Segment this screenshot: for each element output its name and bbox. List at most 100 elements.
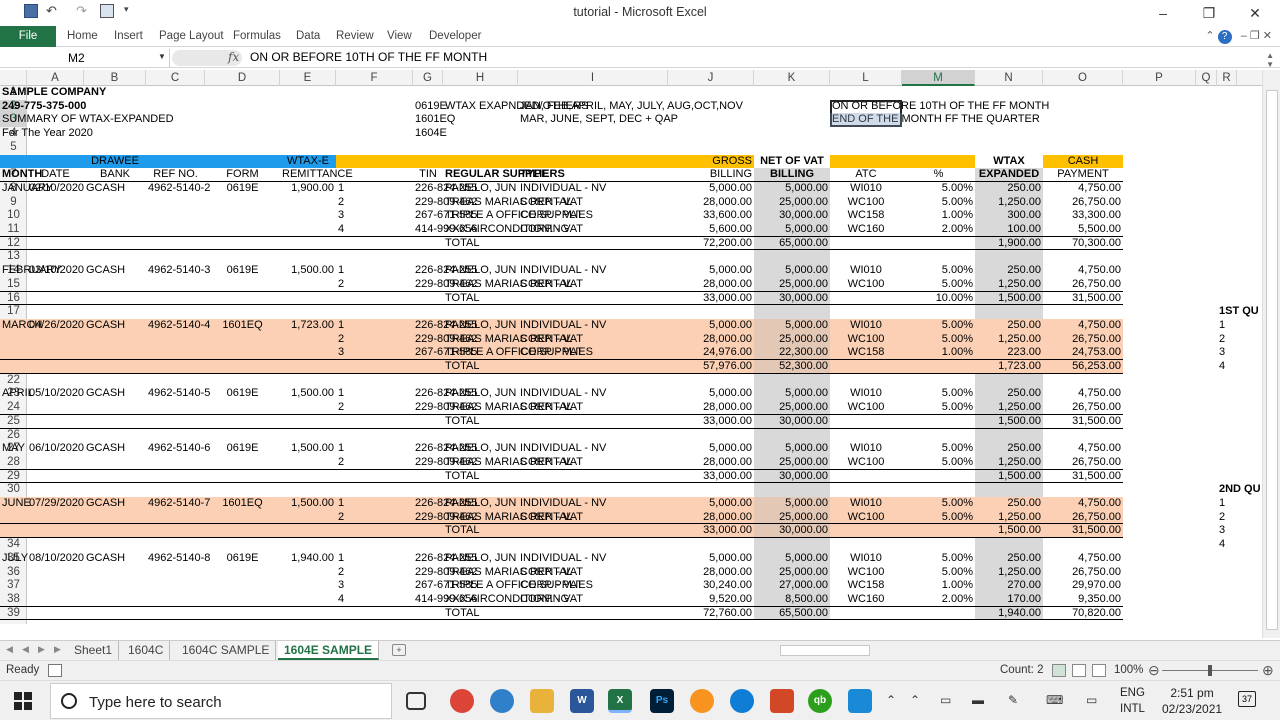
wtax-expanded[interactable]: 250.00: [977, 497, 1041, 510]
atc-code[interactable]: WI010: [832, 497, 900, 510]
reference-number[interactable]: 4962-5140-5: [148, 387, 210, 400]
reference-number[interactable]: 4962-5140-2: [148, 182, 210, 195]
total-net[interactable]: 65,000.00: [756, 237, 828, 250]
line-number[interactable]: 1: [338, 319, 411, 332]
quarter-item[interactable]: 1: [1219, 497, 1235, 510]
payment-date[interactable]: 03/10/2020: [29, 264, 84, 277]
total-label[interactable]: TOTAL: [445, 237, 516, 250]
header-remittance[interactable]: REMITTANCE: [282, 168, 353, 181]
line-number[interactable]: 1: [338, 182, 411, 195]
atc-code[interactable]: WI010: [832, 319, 900, 332]
tax-rate[interactable]: 5.00%: [904, 333, 973, 346]
quarter-item[interactable]: 4: [1219, 360, 1235, 373]
supplier-name[interactable]: XXX AIRCONDITIONING: [445, 223, 569, 236]
net-of-vat[interactable]: 30,000.00: [756, 209, 828, 222]
tax-rate[interactable]: 5.00%: [904, 264, 973, 277]
line-number[interactable]: 3: [338, 346, 411, 359]
total-label[interactable]: TOTAL: [445, 470, 516, 483]
line-number[interactable]: 1: [338, 442, 411, 455]
normal-view-icon[interactable]: [1052, 664, 1066, 677]
net-of-vat[interactable]: 5,000.00: [756, 319, 828, 332]
supplier-type[interactable]: CORP. - VAT: [520, 333, 666, 346]
cash-payment[interactable]: 4,750.00: [1045, 552, 1121, 565]
notifications-icon[interactable]: 37: [1238, 691, 1256, 707]
column-header[interactable]: A: [27, 70, 84, 86]
input-language[interactable]: ENG INTL: [1120, 685, 1145, 717]
drawee-bank[interactable]: GCASH: [86, 552, 144, 565]
supplier-name[interactable]: PANELO, JUN: [445, 552, 516, 565]
form-type[interactable]: 1601EQ: [207, 497, 278, 510]
tab-review[interactable]: Review: [336, 30, 374, 42]
net-of-vat[interactable]: 27,000.00: [756, 579, 828, 592]
header-month[interactable]: MONTH: [2, 168, 42, 181]
name-box-dropdown-icon[interactable]: ▼: [158, 52, 166, 61]
row-header[interactable]: 28: [0, 456, 27, 470]
close-button[interactable]: ✕: [1232, 2, 1278, 24]
reference-number[interactable]: 4962-5140-4: [148, 319, 210, 332]
total-cash[interactable]: 56,253.00: [1045, 360, 1121, 373]
quarter-label[interactable]: 1ST QU: [1219, 305, 1259, 318]
supplier-type[interactable]: INDIVIDUAL - NV: [520, 264, 666, 277]
header-ref[interactable]: REF NO.: [148, 168, 203, 181]
header-billing[interactable]: BILLING: [670, 168, 752, 181]
column-header[interactable]: M: [902, 70, 975, 86]
tax-rate[interactable]: 5.00%: [904, 278, 973, 291]
wtax-expanded[interactable]: 1,250.00: [977, 456, 1041, 469]
column-header[interactable]: E: [280, 70, 336, 86]
total-cash[interactable]: 31,500.00: [1045, 470, 1121, 483]
cash-payment[interactable]: 26,750.00: [1045, 278, 1121, 291]
supplier-type[interactable]: CORP. - VAT: [520, 579, 666, 592]
cash-payment[interactable]: 26,750.00: [1045, 456, 1121, 469]
header-tin[interactable]: TIN: [415, 168, 441, 181]
supplier-name[interactable]: TREAS MARIAS RENTAL: [445, 278, 573, 291]
header-expanded[interactable]: EXPANDED: [977, 168, 1041, 181]
wtax-expanded[interactable]: 1,250.00: [977, 566, 1041, 579]
line-number[interactable]: 3: [338, 209, 411, 222]
report-year[interactable]: For The Year 2020: [2, 127, 144, 140]
first-sheet-icon[interactable]: ◀: [6, 644, 13, 655]
net-of-vat[interactable]: 5,000.00: [756, 264, 828, 277]
line-number[interactable]: 2: [338, 278, 411, 291]
row-header[interactable]: 16: [0, 292, 27, 306]
supplier-tin[interactable]: 226-824-255: [415, 264, 477, 277]
atc-code[interactable]: WC100: [832, 456, 900, 469]
total-gross[interactable]: 33,000.00: [670, 415, 752, 428]
payment-date[interactable]: 02/10/2020: [29, 182, 84, 195]
report-title[interactable]: SUMMARY OF WTAX-EXPANDED: [2, 113, 203, 126]
atc-code[interactable]: WC158: [832, 209, 900, 222]
net-of-vat[interactable]: 5,000.00: [756, 442, 828, 455]
name-box[interactable]: M2: [0, 49, 170, 67]
cash-payment[interactable]: 4,750.00: [1045, 387, 1121, 400]
horizontal-scroll-thumb[interactable]: [780, 645, 870, 656]
taskbar-search-box[interactable]: Type here to search: [50, 683, 392, 719]
gross-billing[interactable]: 30,240.00: [670, 579, 752, 592]
gross-billing[interactable]: 5,000.00: [670, 552, 752, 565]
quarter-item[interactable]: 1: [1219, 319, 1235, 332]
wtax-expanded[interactable]: 223.00: [977, 346, 1041, 359]
months-quarterly[interactable]: MAR, JUNE, SEPT, DEC + QAP: [520, 113, 828, 126]
supplier-tin[interactable]: 226-824-255: [415, 442, 477, 455]
remittance-amount[interactable]: 1,500.00: [282, 442, 334, 455]
supplier-type[interactable]: CORP. - VAT: [520, 401, 666, 414]
supplier-type[interactable]: INDIVIDUAL - NV: [520, 387, 666, 400]
payment-date[interactable]: 08/10/2020: [29, 552, 84, 565]
column-header[interactable]: K: [754, 70, 830, 86]
drawee-bank[interactable]: GCASH: [86, 319, 144, 332]
last-sheet-icon[interactable]: ▶: [54, 644, 61, 655]
line-number[interactable]: 2: [338, 401, 411, 414]
row-header[interactable]: 26: [0, 429, 27, 443]
tray-scroll-icon[interactable]: ⌃: [886, 693, 896, 707]
total-wtax[interactable]: 1,500.00: [977, 470, 1041, 483]
zoom-in-icon[interactable]: ⊕: [1262, 662, 1274, 679]
total-gross[interactable]: 72,760.00: [670, 607, 752, 620]
supplier-tin[interactable]: 226-824-255: [415, 497, 477, 510]
show-hidden-icons[interactable]: ⌃: [910, 693, 920, 707]
net-of-vat[interactable]: 25,000.00: [756, 278, 828, 291]
header-wtax[interactable]: WTAX: [977, 155, 1041, 168]
months-monthly[interactable]: JAN, FEB,APRIL, MAY, JULY, AUG,OCT,NOV: [520, 100, 828, 113]
total-net[interactable]: 30,000.00: [756, 292, 828, 305]
cash-payment[interactable]: 24,753.00: [1045, 346, 1121, 359]
total-cash[interactable]: 31,500.00: [1045, 415, 1121, 428]
remittance-amount[interactable]: 1,500.00: [282, 387, 334, 400]
wtax-expanded[interactable]: 270.00: [977, 579, 1041, 592]
